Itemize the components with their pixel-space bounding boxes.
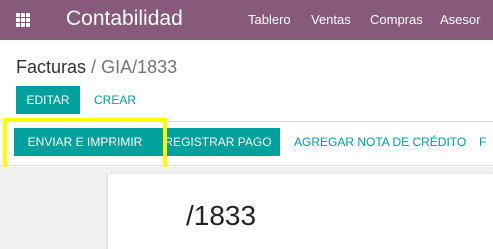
form-sheet — [107, 174, 493, 249]
menu-item-tablero[interactable]: Tablero — [248, 12, 291, 28]
edit-button[interactable]: EDITAR — [16, 86, 80, 114]
menu-item-ventas[interactable]: Ventas — [311, 12, 351, 28]
breadcrumb-separator: / — [91, 57, 97, 77]
more-action-button[interactable]: F — [479, 128, 486, 156]
invoice-number: /1833 — [186, 200, 257, 231]
menu-item-asesor[interactable]: Asesor — [440, 12, 480, 28]
app-title: Contabilidad — [66, 7, 183, 30]
breadcrumb-parent[interactable]: Facturas — [16, 57, 86, 77]
page: Contabilidad Tablero Ventas Compras Ases… — [0, 0, 493, 249]
create-button[interactable]: CREAR — [86, 86, 144, 114]
register-payment-button[interactable]: REGISTRAR PAGO — [156, 128, 280, 156]
top-navbar: Contabilidad Tablero Ventas Compras Ases… — [0, 0, 493, 40]
breadcrumb-current: GIA/1833 — [101, 57, 178, 77]
apps-grid-icon[interactable] — [16, 13, 30, 27]
menu-item-compras[interactable]: Compras — [370, 12, 423, 28]
breadcrumb: Facturas / GIA/1833 — [16, 56, 177, 78]
add-credit-note-button[interactable]: AGREGAR NOTA DE CRÉDITO — [286, 128, 474, 156]
send-and-print-button[interactable]: ENVIAR E IMPRIMIR — [14, 128, 156, 156]
